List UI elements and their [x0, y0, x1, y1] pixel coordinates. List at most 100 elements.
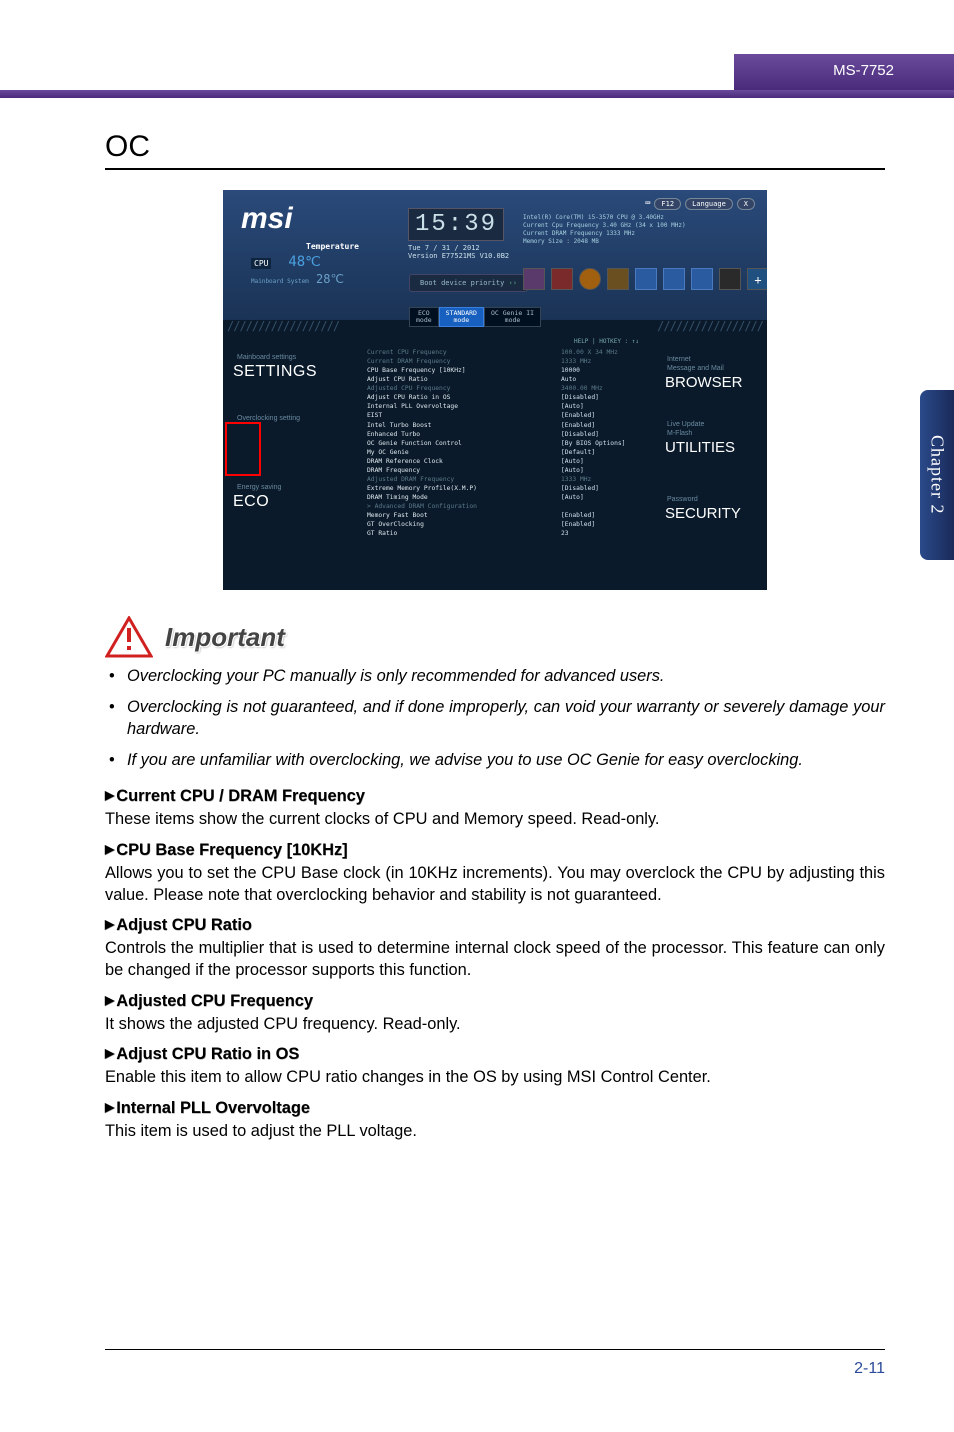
section-body: Enable this item to allow CPU ratio chan… [105, 1067, 885, 1089]
setting-value: [Enabled] [561, 520, 657, 529]
setting-value: 23 [561, 529, 657, 538]
setting-value: [Auto] [561, 493, 657, 502]
warning-icon [105, 616, 153, 658]
bios-setting-row[interactable]: CPU Base Frequency [10KHz]10000 [367, 366, 657, 375]
nav-utilities[interactable]: UTILITIES [665, 439, 767, 456]
setting-value: 1333 MHz [561, 475, 657, 484]
nav-security[interactable]: SECURITY [665, 505, 767, 522]
bios-setting-row[interactable]: Adjust CPU Ratio in OS[Disabled] [367, 393, 657, 402]
important-callout: Important [105, 616, 885, 658]
top-buttons: ⌨ F12 Language X [645, 198, 755, 210]
bios-setting-row[interactable]: GT OverClocking[Enabled] [367, 520, 657, 529]
triangle-icon: ▶ [105, 1100, 114, 1114]
nav-eco[interactable]: ECO [233, 493, 363, 511]
bios-time: 15:39 [408, 208, 504, 241]
setting-value: 10000 [561, 366, 657, 375]
usb-slot-icon[interactable] [635, 268, 657, 290]
triangle-icon: ▶ [105, 842, 114, 856]
page-footer: 2-11 [105, 1349, 885, 1378]
usb-slot-icon[interactable] [663, 268, 685, 290]
bios-setting-row[interactable]: OC Genie Function Control[By BIOS Option… [367, 439, 657, 448]
bios-setting-row[interactable]: DRAM Timing Mode[Auto] [367, 493, 657, 502]
section-body: This item is used to adjust the PLL volt… [105, 1121, 885, 1143]
bullet-item: Overclocking your PC manually is only re… [105, 666, 885, 687]
section-body: It shows the adjusted CPU frequency. Rea… [105, 1014, 885, 1036]
boot-device-icon[interactable] [523, 268, 545, 290]
setting-name: Intel Turbo Boost [367, 421, 561, 430]
bios-right-nav: Internet Message and Mail BROWSER Live U… [659, 350, 767, 522]
bios-setting-row[interactable]: GT Ratio23 [367, 529, 657, 538]
bios-setting-row[interactable]: Extreme Memory Profile(X.M.P)[Disabled] [367, 484, 657, 493]
sysinfo-mem: Memory Size : 2048 MB [523, 238, 686, 246]
bios-setting-row[interactable]: DRAM Reference Clock[Auto] [367, 457, 657, 466]
nav-liveupdate: Live Update [667, 421, 767, 428]
bios-setting-row[interactable]: Internal PLL Overvoltage[Auto] [367, 402, 657, 411]
bios-setting-row[interactable]: My OC Genie[Default] [367, 448, 657, 457]
setting-name: GT Ratio [367, 529, 561, 538]
bios-date: Tue 7 / 31 / 2012 [408, 244, 509, 252]
document-id: MS-7752 [833, 62, 894, 79]
bios-setting-row: Advanced DRAM Configuration [367, 502, 657, 511]
boot-device-icon[interactable] [551, 268, 573, 290]
bullet-item: Overclocking is not guaranteed, and if d… [105, 697, 885, 740]
section-heading: ▶Adjust CPU Ratio [105, 916, 885, 935]
setting-name: Advanced DRAM Configuration [367, 502, 561, 511]
system-info: Intel(R) Core(TM) i5-3570 CPU @ 3.40GHz … [523, 214, 686, 246]
setting-value: [Enabled] [561, 511, 657, 520]
setting-value: 100.00 X 34 MHz [561, 348, 657, 357]
setting-value: [Default] [561, 448, 657, 457]
temperature-label: Temperature [306, 242, 359, 251]
nav-mainboard[interactable]: Mainboard settings [237, 354, 363, 361]
msi-logo: msi [241, 202, 293, 236]
setting-name: Memory Fast Boot [367, 511, 561, 520]
nav-messaging: Message and Mail [667, 365, 767, 372]
section-heading: ▶Adjusted CPU Frequency [105, 992, 885, 1011]
bios-setting-row[interactable]: DRAM Frequency[Auto] [367, 466, 657, 475]
setting-value: [Auto] [561, 466, 657, 475]
setting-value: [Disabled] [561, 393, 657, 402]
language-button[interactable]: Language [685, 198, 733, 210]
nav-overclocking[interactable]: Overclocking setting [237, 415, 363, 422]
setting-value: [Auto] [561, 402, 657, 411]
setting-name: Internal PLL Overvoltage [367, 402, 561, 411]
bios-setting-row[interactable]: Intel Turbo Boost[Enabled] [367, 421, 657, 430]
plus-icon[interactable]: + [747, 268, 767, 290]
bios-setting-row[interactable]: Adjust CPU RatioAuto [367, 375, 657, 384]
bios-setting-row[interactable]: Memory Fast Boot[Enabled] [367, 511, 657, 520]
bios-settings-table: Current CPU Frequency100.00 X 34 MHzCurr… [367, 348, 657, 538]
nav-settings[interactable]: SETTINGS [233, 363, 363, 381]
screenshot-button[interactable]: F12 [654, 198, 681, 210]
boot-device-icon[interactable] [579, 268, 601, 290]
bios-setting-row: Current DRAM Frequency1333 MHz [367, 357, 657, 366]
sysinfo-dram: Current DRAM Frequency 1333 MHz [523, 230, 686, 238]
usb-slot-icon[interactable] [691, 268, 713, 290]
boot-priority-label: Boot device priority ›› [409, 274, 528, 292]
bios-setting-row[interactable]: EIST[Enabled] [367, 411, 657, 420]
bios-version: Version E77521MS V10.0B2 [408, 252, 509, 260]
section-heading: ▶CPU Base Frequency [10KHz] [105, 841, 885, 860]
oc-highlight-box [225, 422, 261, 476]
cpu-temp: 48℃ [288, 254, 321, 270]
section-body: Controls the multiplier that is used to … [105, 938, 885, 981]
nav-energy[interactable]: Energy saving [237, 484, 363, 491]
nav-mflash: M-Flash [667, 430, 767, 437]
setting-name: My OC Genie [367, 448, 561, 457]
setting-name: CPU Base Frequency [10KHz] [367, 366, 561, 375]
nav-browser[interactable]: BROWSER [665, 374, 767, 391]
setting-name: Current DRAM Frequency [367, 357, 561, 366]
setting-name: Adjusted CPU Frequency [367, 384, 561, 393]
close-button[interactable]: X [737, 198, 755, 210]
boot-device-icon[interactable] [607, 268, 629, 290]
bios-screenshot: msi Temperature CPU 48℃ Mainboard System… [223, 190, 767, 590]
sys-temp: 28℃ [316, 272, 344, 286]
bios-setting-row[interactable]: Enhanced Turbo[Disabled] [367, 430, 657, 439]
setting-name: DRAM Frequency [367, 466, 561, 475]
setting-value: [Auto] [561, 457, 657, 466]
setting-name: Adjust CPU Ratio [367, 375, 561, 384]
header-purple-bar [0, 90, 954, 98]
chapter-tab: Chapter 2 [920, 390, 954, 560]
nav-internet: Internet [667, 356, 767, 363]
boot-device-icon[interactable] [719, 268, 741, 290]
setting-value: [Disabled] [561, 430, 657, 439]
page-number: 2-11 [854, 1360, 885, 1377]
